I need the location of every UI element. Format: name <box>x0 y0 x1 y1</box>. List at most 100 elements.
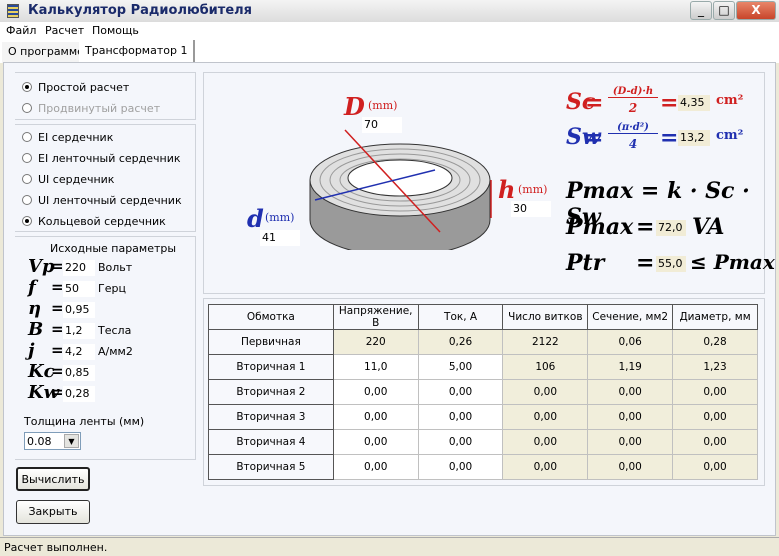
tab-about[interactable]: О программе <box>2 42 90 63</box>
param-input[interactable]: 4,2 <box>63 344 95 360</box>
sw-equals-2: = <box>660 125 679 151</box>
dim-h-unit: (mm) <box>518 183 548 196</box>
table-cell: 0,00 <box>587 429 674 455</box>
maximize-button[interactable]: □ <box>713 1 735 20</box>
dim-D-input[interactable]: 70 <box>362 117 402 133</box>
radio-simple[interactable]: Простой расчет <box>22 81 129 94</box>
table-cell: 220 <box>332 329 419 355</box>
sc-equals: = <box>585 90 604 116</box>
menu-file[interactable]: Файл <box>6 24 36 37</box>
param-input[interactable]: 0,85 <box>63 365 95 381</box>
param-symbol: B <box>28 319 44 340</box>
chevron-down-icon: ▼ <box>64 434 79 448</box>
dim-D-unit: (mm) <box>368 99 398 112</box>
dim-d-input[interactable]: 41 <box>260 230 300 246</box>
menu-calc[interactable]: Расчет <box>45 24 84 37</box>
column-header: Обмотка <box>208 304 334 330</box>
table-cell: 0,28 <box>672 329 758 355</box>
table-cell: 0,00 <box>672 379 758 405</box>
table-cell: 0,00 <box>502 429 589 455</box>
sw-denominator: 4 <box>628 137 638 151</box>
table-row: Вторичная 5 0,00 0,00 0,00 0,00 0,00 <box>208 454 758 480</box>
calculate-button[interactable]: Вычислить <box>16 467 90 491</box>
tape-label: Толщина ленты (мм) <box>24 415 145 428</box>
sw-numerator: (π·d²) <box>608 122 658 134</box>
ptr-symbol: Ptr <box>566 250 605 276</box>
param-equals: = <box>51 383 64 401</box>
sw-unit: cm² <box>716 128 744 143</box>
tape-thickness-select[interactable]: 0.08 ▼ <box>24 432 81 450</box>
radio-simple-label: Простой расчет <box>38 81 130 94</box>
table-cell[interactable]: 0,00 <box>332 379 419 405</box>
table-cell: 0,00 <box>502 454 589 480</box>
table-header-row: Обмотка Напряжение, В Ток, А Число витков Се… <box>208 304 758 330</box>
ptr-limit: ≤ Pmax <box>690 250 775 274</box>
param-equals: = <box>51 320 64 338</box>
title-bar: Калькулятор Радиолюбителя _ □ X <box>0 0 779 22</box>
param-input[interactable]: 0,95 <box>63 302 95 318</box>
close-button[interactable]: Закрыть <box>16 500 90 524</box>
row-header: Вторичная 5 <box>208 454 334 480</box>
table-cell: 1,19 <box>587 354 674 380</box>
table-cell[interactable]: 0,00 <box>417 454 504 480</box>
pmax-value: 72,0 <box>656 220 686 236</box>
ptr-equals: = <box>636 250 655 276</box>
table-cell: 0,00 <box>672 404 758 430</box>
param-unit: Тесла <box>98 324 132 337</box>
table-cell: 2122 <box>502 329 589 355</box>
table-cell: 1,23 <box>672 354 758 380</box>
param-equals: = <box>51 341 64 359</box>
minimize-button[interactable]: _ <box>690 1 712 20</box>
table-cell: 0,00 <box>672 454 758 480</box>
param-symbol: f <box>28 277 36 298</box>
param-symbol: η <box>28 298 42 319</box>
table-cell[interactable]: 0,00 <box>332 404 419 430</box>
radio-ui-tape-core[interactable]: UI ленточный сердечник <box>22 194 182 207</box>
table-cell: 106 <box>502 354 589 380</box>
table-row: Вторичная 2 0,00 0,00 0,00 0,00 0,00 <box>208 379 758 405</box>
close-window-button[interactable]: X <box>736 1 776 20</box>
table-cell: 0,00 <box>502 404 589 430</box>
tab-transformer-1[interactable]: Трансформатор 1 <box>79 40 196 63</box>
radio-ui-core[interactable]: UI сердечник <box>22 173 114 186</box>
radio-ei-core[interactable]: EI сердечник <box>22 131 113 144</box>
sw-equals: = <box>585 125 604 151</box>
dim-h-input[interactable]: 30 <box>511 201 551 217</box>
param-equals: = <box>51 278 64 296</box>
table-cell[interactable]: 0,00 <box>417 429 504 455</box>
pmax-symbol: Pmax <box>566 214 634 240</box>
param-input[interactable]: 50 <box>63 281 95 297</box>
label: EI ленточный сердечник <box>38 152 181 165</box>
param-input[interactable]: 0,28 <box>63 386 95 402</box>
table-row: Первичная 220 0,26 2122 0,06 0,28 <box>208 329 758 355</box>
table-cell: 0,00 <box>587 379 674 405</box>
app-icon <box>7 4 19 18</box>
table-row: Вторичная 4 0,00 0,00 0,00 0,00 0,00 <box>208 429 758 455</box>
radio-advanced-label: Продвинутый расчет <box>38 102 161 115</box>
table-row: Вторичная 1 11,0 5,00 106 1,19 1,23 <box>208 354 758 380</box>
label: UI сердечник <box>38 173 115 186</box>
sw-value: 13,2 <box>678 130 710 146</box>
param-input[interactable]: 1,2 <box>63 323 95 339</box>
param-input[interactable]: 220 <box>63 260 95 276</box>
param-equals: = <box>51 362 64 380</box>
table-cell: 0,00 <box>587 404 674 430</box>
table-cell[interactable]: 0,00 <box>417 404 504 430</box>
table-cell: 0,26 <box>417 329 504 355</box>
menu-help[interactable]: Помощь <box>92 24 139 37</box>
dim-d-label: d <box>247 204 264 233</box>
dim-d-unit: (mm) <box>265 211 295 224</box>
row-header: Вторичная 3 <box>208 404 334 430</box>
table-cell[interactable]: 11,0 <box>332 354 419 380</box>
table-cell: 0,06 <box>587 329 674 355</box>
radio-advanced: Продвинутый расчет <box>22 102 160 115</box>
table-cell[interactable]: 5,00 <box>417 354 504 380</box>
va-unit: VA <box>692 214 725 240</box>
table-cell[interactable]: 0,00 <box>332 454 419 480</box>
table-cell[interactable]: 0,00 <box>332 429 419 455</box>
table-cell[interactable]: 0,00 <box>417 379 504 405</box>
param-equals: = <box>51 299 64 317</box>
sc-numerator: (D-d)·h <box>608 86 658 98</box>
radio-ei-tape-core[interactable]: EI ленточный сердечник <box>22 152 181 165</box>
radio-toroid-core[interactable]: Кольцевой сердечник <box>22 215 166 228</box>
